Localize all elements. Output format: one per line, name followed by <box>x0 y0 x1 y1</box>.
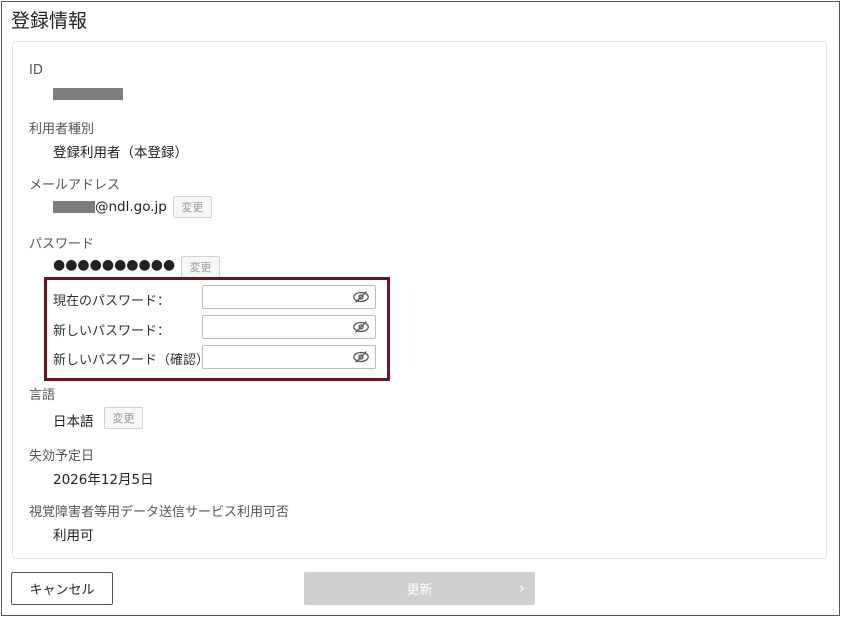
id-label: ID <box>29 63 43 78</box>
confirm-password-label: 新しいパスワード（確認） <box>53 353 210 368</box>
masked-email-user <box>53 201 95 213</box>
eye-slash-icon[interactable] <box>352 289 370 305</box>
id-value-masked <box>53 86 123 102</box>
user-type-value: 登録利用者（本登録） <box>53 145 188 161</box>
new-password-input[interactable] <box>202 315 376 339</box>
email-label: メールアドレス <box>29 178 121 193</box>
expiry-label: 失効予定日 <box>29 449 95 464</box>
email-change-button[interactable]: 変更 <box>173 196 212 218</box>
email-domain: @ndl.go.jp <box>95 199 167 215</box>
accessibility-label: 視覚障害者等用データ送信サービス利用可否 <box>29 505 290 520</box>
current-password-input[interactable] <box>202 285 376 309</box>
language-change-button[interactable]: 変更 <box>104 407 143 429</box>
confirm-password-input[interactable] <box>202 345 376 369</box>
update-button-label: 更新 <box>406 583 433 598</box>
user-type-label: 利用者種別 <box>29 122 95 137</box>
eye-slash-icon[interactable] <box>352 349 370 365</box>
password-masked-value: ●●●●●●●●●● <box>53 257 176 273</box>
expiry-value: 2026年12月5日 <box>53 472 154 488</box>
password-change-button[interactable]: 変更 <box>181 256 220 278</box>
chevron-right-icon: › <box>519 579 525 597</box>
cancel-button[interactable]: キャンセル <box>11 572 113 605</box>
new-password-label: 新しいパスワード： <box>53 324 171 339</box>
page-title: 登録情報 <box>11 10 88 32</box>
accessibility-value: 利用可 <box>53 528 94 544</box>
masked-id <box>53 88 123 100</box>
current-password-label: 現在のパスワード： <box>53 294 171 309</box>
update-button[interactable]: 更新 › <box>304 572 535 605</box>
email-value: @ndl.go.jp <box>53 199 167 215</box>
language-value: 日本語 <box>53 414 94 430</box>
password-label: パスワード <box>29 237 95 252</box>
language-label: 言語 <box>29 388 56 403</box>
eye-slash-icon[interactable] <box>352 319 370 335</box>
